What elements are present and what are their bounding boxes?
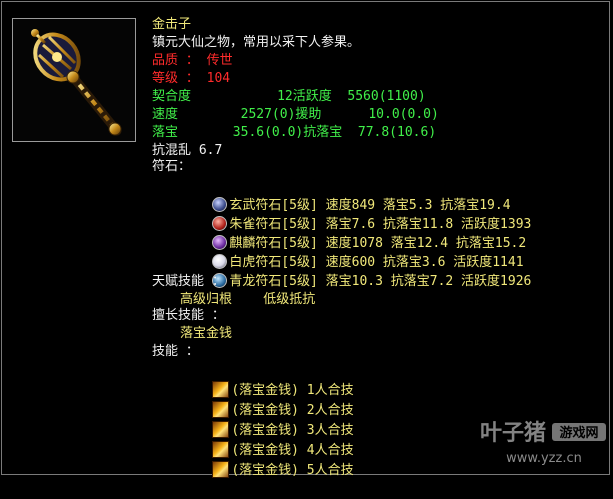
watermark-url: www.yzz.cn [506,451,582,466]
skill-text: (落宝金钱) 5人合技 [231,463,354,478]
skill-row: (落宝金钱) 4人合技 [181,422,354,458]
skill-row: (落宝金钱) 3人合技 [181,402,354,438]
rune-row: 白虎符石[5级] 速度600 抗落宝3.6 活跃度1141 [181,234,524,270]
specialty-skill: 落宝金钱 [180,326,233,341]
item-level: 等级 ： 104 [152,71,231,86]
runes-label: 符石： [152,159,192,174]
site-watermark: 叶子猪 游戏网 www.yzz.cn [476,412,611,476]
stat-line-affinity: 契合度 12活跃度 5560(1100) [152,89,426,104]
rune-text: 青龙符石[5级] 落宝10.3 抗落宝7.2 活跃度1926 [229,274,532,289]
skill-row: (落宝金钱) 1人合技 [181,362,354,398]
skills-label: 技能 ： [152,344,199,359]
item-tooltip-panel: 金击子 镇元大仙之物，常用以采下人参果。 品质 ： 传世 等级 ： 104 契合… [1,1,611,478]
rune-row: 玄武符石[5级] 速度849 落宝5.3 抗落宝19.4 [181,177,511,213]
item-quality: 品质 ： 传世 [152,53,233,68]
watermark-tag: 游戏网 [559,425,598,441]
item-description: 镇元大仙之物，常用以采下人参果。 [152,35,361,50]
stat-line-speed: 速度 2527(0)援助 10.0(0.0) [152,107,439,122]
specialty-skill-label: 擅长技能 ： [152,308,225,323]
skill-row: (落宝金钱) 2人合技 [181,382,354,418]
rune-row: 麒麟符石[5级] 速度1078 落宝12.4 抗落宝15.2 [181,215,526,251]
gold-coin-skill-icon [212,461,230,478]
item-name: 金击子 [152,17,192,32]
rune-row: 朱雀符石[5级] 落宝7.6 抗落宝11.8 活跃度1393 [181,196,531,232]
golden-mace-icon [31,29,122,136]
item-image [12,18,136,142]
watermark-brand: 叶子猪 [480,420,546,446]
rune-row: 青龙符石[5级] 落宝10.3 抗落宝7.2 活跃度1926 [181,253,531,289]
stat-line-luobao: 落宝 35.6(0.0)抗落宝 77.8(10.6) [152,125,437,140]
skill-row: (落宝金钱) 5人合技 [181,442,354,478]
talent-skills-label: 天赋技能 ： [152,274,225,289]
